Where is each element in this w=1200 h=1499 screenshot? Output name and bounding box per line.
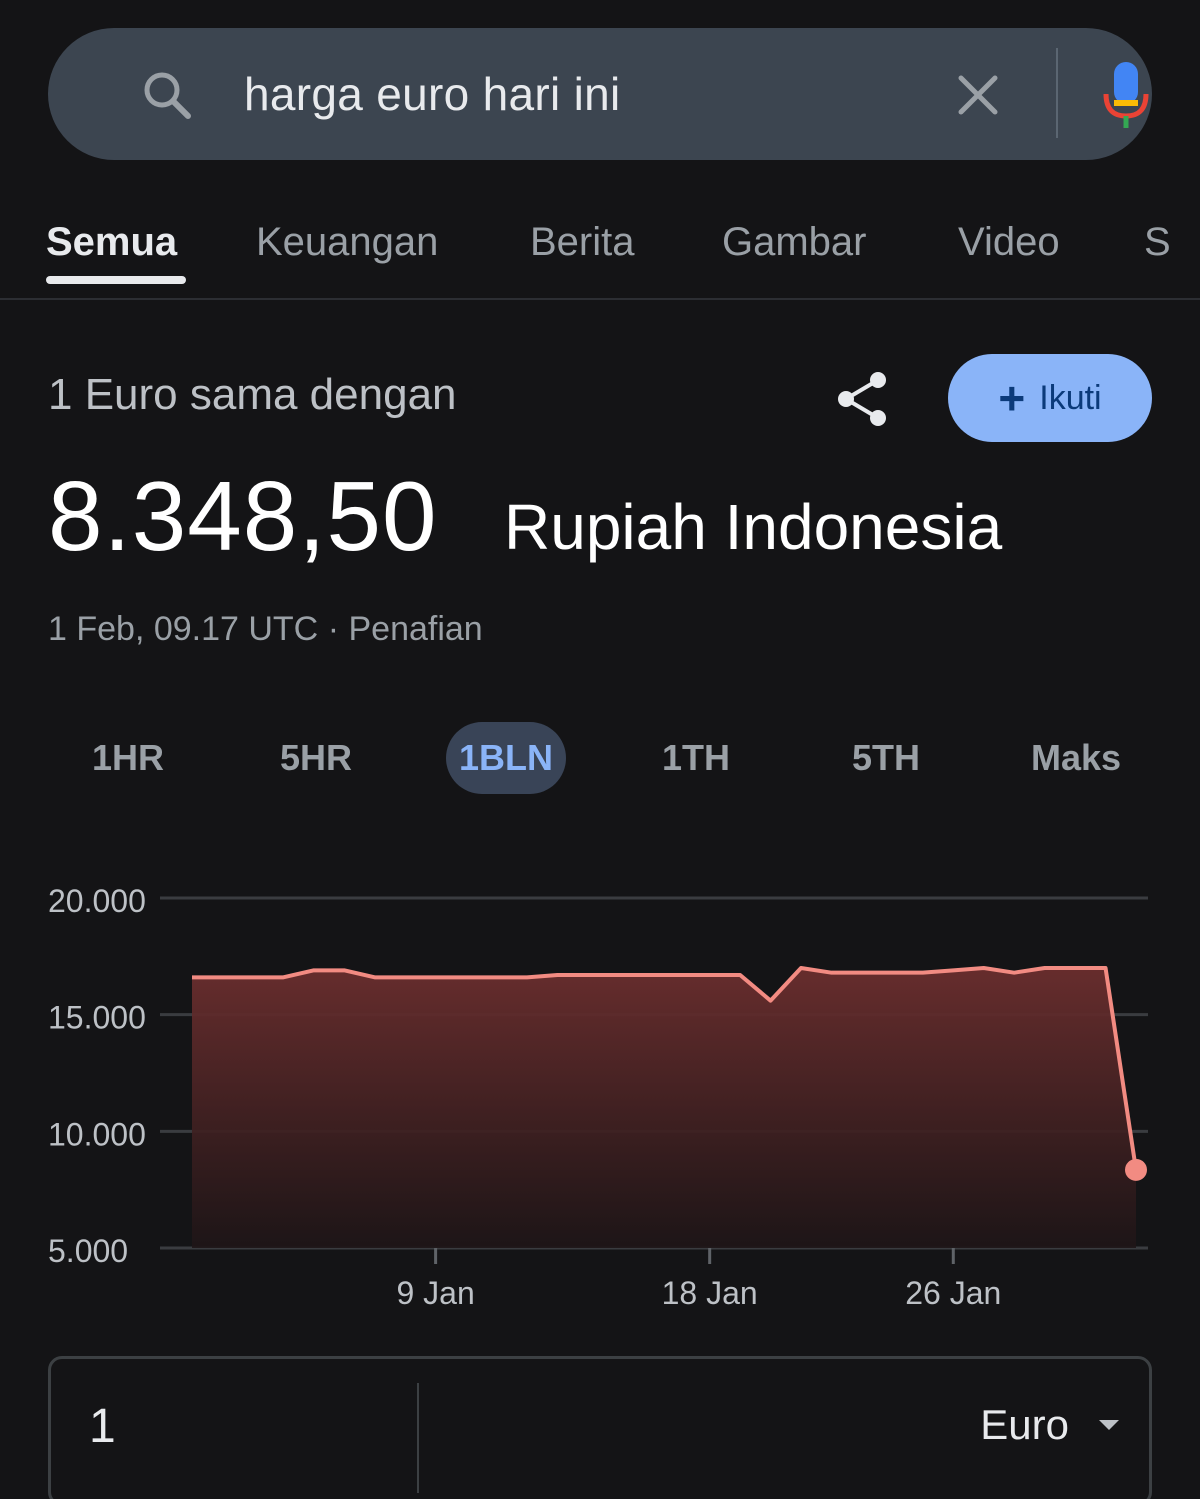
search-bar[interactable]: harga euro hari ini [48, 28, 1152, 160]
follow-button-label: Ikuti [1039, 378, 1102, 417]
range-5hr[interactable]: 5HR [256, 722, 376, 794]
range-1th[interactable]: 1TH [636, 722, 756, 794]
amount-input[interactable]: 1 [89, 1399, 116, 1454]
range-5th[interactable]: 5TH [826, 722, 946, 794]
search-divider [1056, 48, 1058, 138]
tab-video[interactable]: Video [958, 210, 1060, 274]
tab-keuangan[interactable]: Keuangan [256, 210, 438, 274]
chart-last-point [1125, 1158, 1147, 1181]
timestamp-separator: · [327, 610, 340, 648]
plus-icon: + [998, 372, 1026, 424]
follow-button[interactable]: + Ikuti [948, 354, 1152, 442]
currency-converter: 1 Euro [48, 1356, 1152, 1499]
tab-semua[interactable]: Semua [46, 210, 177, 274]
x-tick-label: 9 Jan [396, 1275, 474, 1311]
range-maks[interactable]: Maks [1016, 722, 1136, 794]
search-tabs: Semua Keuangan Berita Gambar Video S [0, 210, 1200, 300]
active-tab-indicator [46, 276, 186, 284]
google-search-result-page: harga euro hari ini Semua Keuangan Berit… [0, 0, 1200, 1499]
chart-area-fill [192, 968, 1136, 1248]
currency-select[interactable]: Euro [980, 1401, 1119, 1449]
timestamp-text: 1 Feb, 09.17 UTC [48, 610, 319, 648]
tab-gambar[interactable]: Gambar [722, 210, 867, 274]
share-icon[interactable] [832, 368, 894, 430]
chevron-down-icon [1099, 1420, 1119, 1430]
x-tick-label: 26 Jan [905, 1275, 1001, 1311]
converter-divider [417, 1383, 419, 1493]
y-tick-label: 15.000 [48, 1000, 146, 1036]
target-currency-name: Rupiah Indonesia [504, 491, 1003, 563]
close-icon[interactable] [953, 70, 1003, 120]
disclaimer-link[interactable]: Penafian [348, 610, 482, 648]
y-tick-label: 10.000 [48, 1116, 146, 1152]
mic-icon[interactable] [1100, 60, 1152, 130]
y-tick-label: 20.000 [48, 883, 146, 919]
rate-timestamp: 1 Feb, 09.17 UTC · Penafian [48, 610, 483, 649]
currency-select-value: Euro [980, 1401, 1069, 1448]
search-icon[interactable] [140, 68, 194, 122]
equals-label: 1 Euro sama dengan [48, 370, 457, 419]
tabs-divider [0, 298, 1200, 300]
range-1hr[interactable]: 1HR [70, 722, 186, 794]
exchange-rate-chart[interactable]: 20.000 15.000 10.000 5.000 9 Jan 18 Jan 26 Jan [0, 860, 1200, 1320]
exchange-rate-value: 8.348,50 [48, 461, 438, 571]
y-tick-label: 5.000 [48, 1233, 128, 1269]
tab-more[interactable]: S [1144, 210, 1171, 274]
x-tick-label: 18 Jan [662, 1275, 758, 1311]
range-1bln[interactable]: 1BLN [446, 722, 566, 794]
tab-berita[interactable]: Berita [530, 210, 635, 274]
search-input[interactable]: harga euro hari ini [244, 28, 621, 160]
